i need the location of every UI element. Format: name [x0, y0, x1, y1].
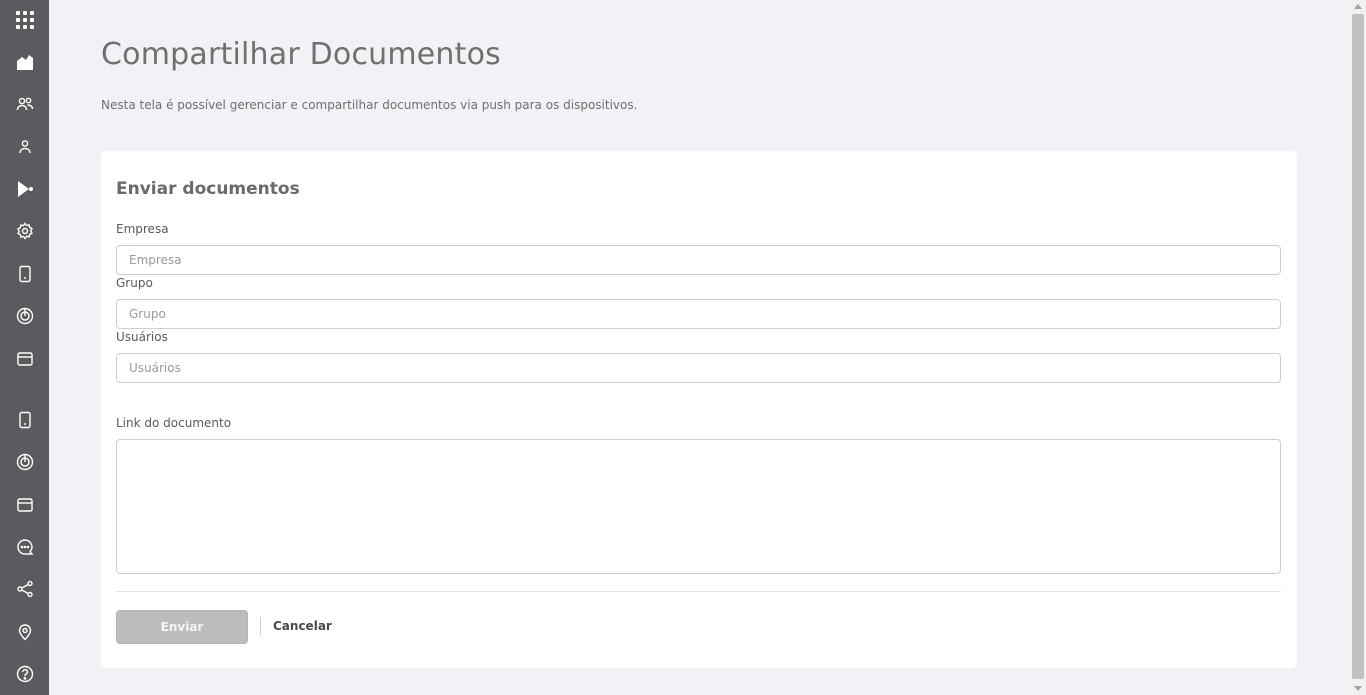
vertical-scrollbar[interactable]: [1350, 0, 1366, 695]
usuarios-label: Usuários: [116, 330, 168, 344]
radar-icon[interactable]: [0, 301, 49, 331]
scrollbar-thumb[interactable]: [1352, 14, 1364, 679]
settings-icon[interactable]: [0, 216, 49, 246]
share-icon[interactable]: [0, 574, 49, 604]
send-button[interactable]: Enviar: [116, 610, 248, 644]
location-pin-icon[interactable]: [0, 617, 49, 647]
document-link-label: Link do documento: [116, 416, 232, 430]
button-separator: [260, 617, 261, 636]
user-icon[interactable]: [0, 132, 49, 162]
play-share-icon[interactable]: [0, 174, 49, 204]
help-icon[interactable]: [0, 659, 49, 689]
radar-icon[interactable]: [0, 447, 49, 477]
groups-icon[interactable]: [0, 89, 49, 119]
form-divider: [116, 591, 1281, 592]
chat-icon[interactable]: [0, 532, 49, 562]
grupo-label: Grupo: [116, 276, 153, 290]
empresa-input[interactable]: [116, 245, 1281, 275]
usuarios-input[interactable]: [116, 353, 1281, 383]
window-icon[interactable]: [0, 490, 49, 520]
dashboard-icon[interactable]: [0, 47, 49, 77]
apps-grid-icon[interactable]: [0, 5, 49, 35]
document-link-textarea[interactable]: [116, 439, 1281, 574]
page-description: Nesta tela é possível gerenciar e compar…: [101, 98, 638, 112]
cancel-button[interactable]: Cancelar: [273, 619, 332, 633]
form-title: Enviar documentos: [116, 179, 300, 199]
window-icon[interactable]: [0, 344, 49, 374]
grupo-input[interactable]: [116, 299, 1281, 329]
sidebar: [0, 0, 49, 695]
page-title: Compartilhar Documentos: [101, 37, 501, 72]
scroll-down-arrow-icon[interactable]: [1354, 686, 1362, 691]
device-icon[interactable]: [0, 259, 49, 289]
scroll-up-arrow-icon[interactable]: [1354, 4, 1362, 9]
empresa-label: Empresa: [116, 222, 169, 236]
main-content: Compartilhar Documentos Nesta tela é pos…: [49, 0, 1350, 695]
send-documents-card: Enviar documentos Empresa Grupo Usuários…: [101, 151, 1297, 668]
device-icon[interactable]: [0, 405, 49, 435]
